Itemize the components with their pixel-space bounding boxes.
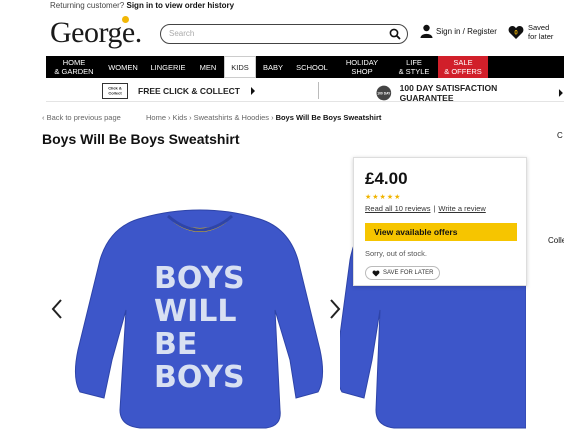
sign-in-register-link[interactable]: Sign in / Register	[420, 24, 497, 38]
nav-kids[interactable]: KIDS	[224, 56, 256, 78]
nav-men[interactable]: MEN	[192, 56, 224, 78]
saved-label-2: for later	[528, 32, 554, 41]
returning-text: Returning customer?	[50, 1, 125, 10]
back-link[interactable]: ‹ Back to previous page	[42, 113, 121, 122]
breadcrumb-current: Boys Will Be Boys Sweatshirt	[275, 113, 382, 122]
click-collect-promo[interactable]: Click & Collect FREE CLICK & COLLECT	[102, 83, 256, 99]
nav-home-garden[interactable]: HOME & GARDEN	[46, 56, 102, 78]
product-price: £4.00	[365, 169, 408, 188]
product-image-main[interactable]: BOYS WILL BE BOYS	[70, 200, 325, 430]
sign-in-register-label: Sign in / Register	[436, 26, 497, 36]
write-review-link[interactable]: Write a review	[438, 204, 485, 213]
nav-sale-offers[interactable]: SALE & OFFERS	[438, 56, 488, 78]
satisfaction-promo[interactable]: 100 DAY 100 DAY SATISFACTION GUARANTEE	[376, 83, 564, 103]
search-input[interactable]: Search	[169, 29, 194, 38]
edge-text-c: C	[557, 131, 563, 140]
nav-school[interactable]: SCHOOL	[290, 56, 334, 78]
click-collect-label: FREE CLICK & COLLECT	[138, 86, 240, 96]
read-reviews-link[interactable]: Read all 10 reviews	[365, 204, 430, 213]
print-line-2: WILL	[154, 294, 237, 329]
chevron-right-icon	[559, 89, 564, 97]
price-panel: £4.00 ★★★★★ Read all 10 reviews | Write …	[353, 157, 527, 286]
nav-baby[interactable]: BABY	[256, 56, 290, 78]
product-title: Boys Will Be Boys Sweatshirt	[42, 131, 240, 147]
saved-label-1: Saved	[528, 23, 550, 32]
search-bar[interactable]: Search	[160, 24, 408, 44]
breadcrumb: Home › Kids › Sweatshirts & Hoodies › Bo…	[146, 113, 381, 122]
logo-sun-icon	[122, 16, 129, 23]
search-icon[interactable]	[389, 28, 401, 40]
breadcrumb-sweatshirts[interactable]: Sweatshirts & Hoodies	[194, 113, 269, 122]
satisfaction-label: 100 DAY SATISFACTION GUARANTEE	[399, 83, 498, 103]
saved-for-later-link[interactable]: 0 Saved for later	[508, 23, 553, 41]
breadcrumb-kids[interactable]: Kids	[173, 113, 188, 122]
returning-customer-bar: Returning customer? Sign in to view orde…	[50, 1, 234, 10]
main-nav: HOME & GARDEN WOMEN LINGERIE MEN KIDS BAB…	[46, 56, 564, 78]
breadcrumb-sep: ›	[189, 113, 192, 122]
save-for-later-button[interactable]: SAVE FOR LATER	[365, 266, 441, 280]
stock-status: Sorry, out of stock.	[365, 249, 427, 258]
reviews-row: Read all 10 reviews | Write a review	[365, 204, 486, 213]
nav-women[interactable]: WOMEN	[102, 56, 144, 78]
nav-lingerie[interactable]: LINGERIE	[144, 56, 192, 78]
nav-life-style[interactable]: LIFE & STYLE	[390, 56, 438, 78]
guarantee-badge-icon: 100 DAY	[376, 85, 391, 101]
review-separator: |	[433, 204, 436, 213]
print-line-1: BOYS	[154, 261, 245, 296]
heart-icon	[372, 269, 380, 277]
breadcrumb-sep: ›	[168, 113, 171, 122]
prev-image-arrow[interactable]	[50, 298, 64, 320]
breadcrumb-sep: ›	[271, 113, 274, 122]
svg-text:100 DAY: 100 DAY	[377, 91, 391, 95]
save-for-later-label: SAVE FOR LATER	[383, 270, 434, 276]
promo-bar: Click & Collect FREE CLICK & COLLECT 100…	[46, 80, 564, 103]
print-line-4: BOYS	[154, 360, 245, 395]
breadcrumb-home[interactable]: Home	[146, 113, 166, 122]
rating-stars: ★★★★★	[365, 194, 402, 201]
print-line-3: BE	[154, 327, 197, 362]
chevron-right-icon	[251, 87, 255, 95]
heart-icon: 0	[508, 25, 524, 39]
click-collect-icon: Click & Collect	[102, 83, 128, 99]
svg-text:Collect: Collect	[108, 91, 122, 96]
view-offers-button[interactable]: View available offers	[365, 223, 517, 241]
edge-text-colle: Colle	[548, 236, 564, 245]
promo-divider	[318, 82, 319, 99]
nav-holiday-shop[interactable]: HOLIDAY SHOP	[334, 56, 390, 78]
user-icon	[420, 24, 433, 38]
sign-in-order-link[interactable]: Sign in to view order history	[127, 1, 235, 10]
